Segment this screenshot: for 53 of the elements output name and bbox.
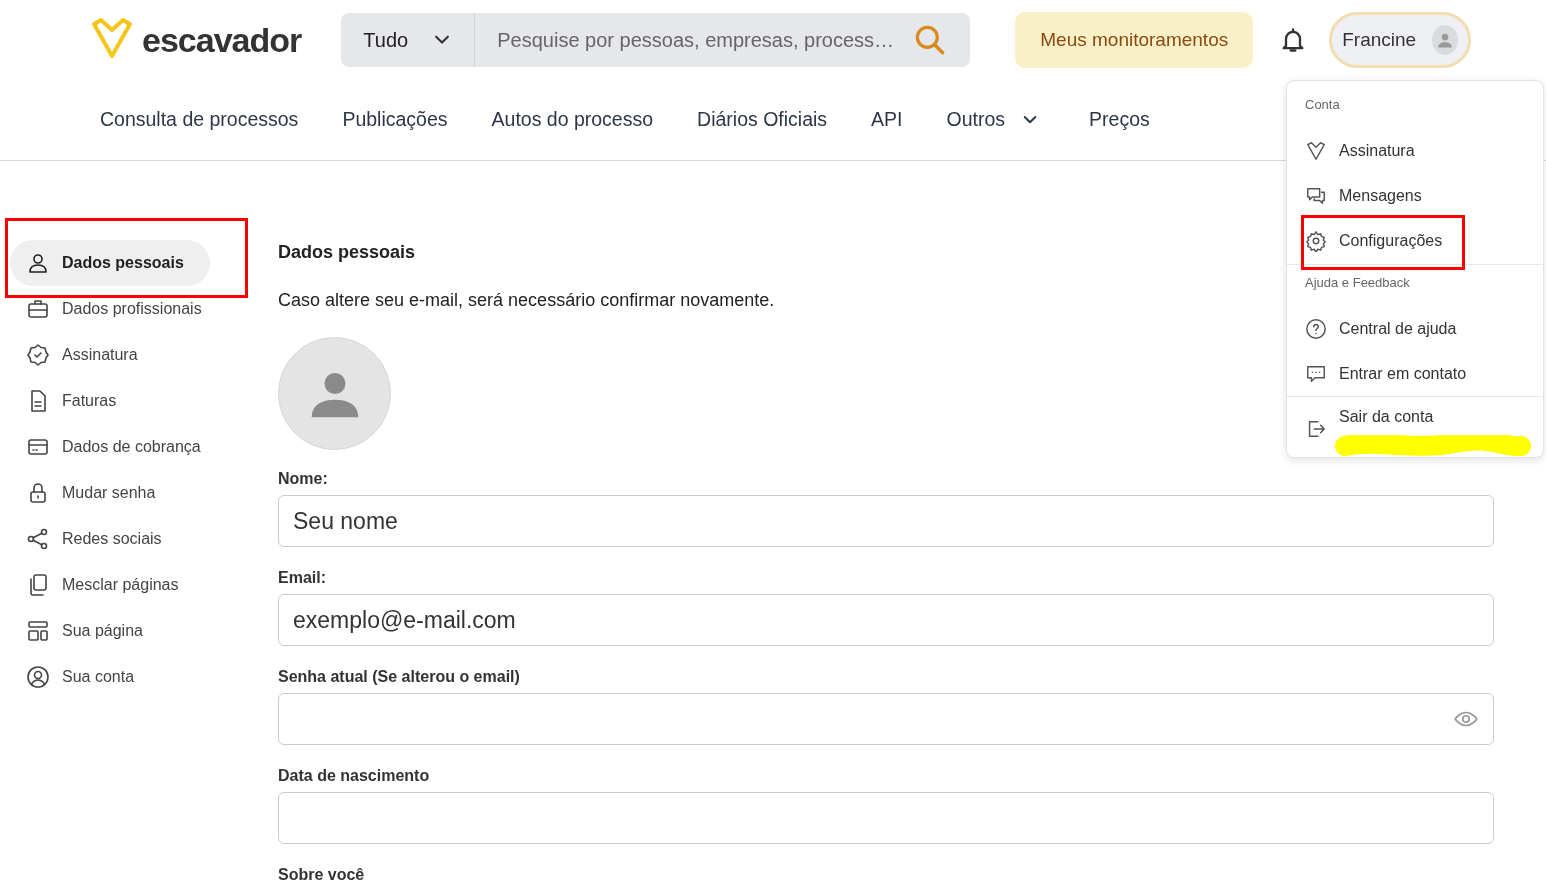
sidebar-item[interactable]: Dados pessoais — [10, 240, 210, 286]
v-logo-icon — [1305, 140, 1327, 162]
menu-section-title: Conta — [1304, 96, 1341, 114]
sidebar-item[interactable]: Assinatura — [10, 332, 210, 378]
chat-icon — [1305, 185, 1327, 207]
scope-dropdown[interactable]: Tudo — [341, 13, 476, 67]
search-icon — [914, 24, 947, 56]
menu-item[interactable]: Entrar em contato — [1287, 351, 1543, 396]
sidebar-item[interactable]: Mesclar páginas — [10, 562, 210, 608]
search-field[interactable]: Pesquise por pessoas, empresas, process… — [475, 25, 905, 55]
sidebar-item[interactable]: Mudar senha — [10, 470, 210, 516]
briefcase-icon — [26, 297, 50, 321]
layout-icon — [26, 619, 50, 643]
sidebar-item[interactable]: Sua página — [10, 608, 210, 654]
user-circle-icon — [26, 665, 50, 689]
nav-link[interactable]: Outros — [946, 105, 1040, 135]
nav-link[interactable]: Consulta de processos — [100, 105, 299, 135]
field-label: Email: — [278, 568, 326, 588]
help-icon — [1305, 317, 1327, 340]
section-title: Dados pessoais — [278, 241, 416, 263]
input-field[interactable]: exemplo@e-mail.com — [278, 594, 1494, 646]
badge-check-icon — [26, 343, 50, 367]
sidebar-item[interactable]: Sua conta — [10, 654, 210, 700]
menu-item[interactable]: Configurações — [1287, 218, 1543, 264]
user-menu-button[interactable]: Francine — [1329, 12, 1472, 68]
gear-icon — [1305, 230, 1327, 252]
menu-item[interactable]: Central de ajuda — [1287, 306, 1543, 351]
logo-text: escavador — [142, 23, 302, 57]
sidebar-item[interactable]: Redes sociais — [10, 516, 210, 562]
menu-item[interactable]: Assinatura — [1287, 128, 1543, 174]
info-text: Caso altere seu e-mail, será necessário confirmar novamente. — [278, 289, 775, 311]
avatar-icon — [1432, 25, 1459, 55]
person-icon — [26, 251, 50, 275]
sidebar-item[interactable]: Faturas — [10, 378, 210, 424]
nav-link[interactable]: Diários Oficiais — [697, 105, 828, 135]
share-icon — [26, 527, 50, 551]
menu-section-title: Ajuda e Feedback — [1304, 273, 1411, 292]
nav-link[interactable]: API — [871, 105, 903, 135]
menu-item[interactable]: Sair da conta — [1287, 401, 1543, 457]
field-label: Sobre você — [278, 865, 365, 880]
sidebar-item[interactable]: Dados de cobrança — [10, 424, 210, 470]
password-field[interactable] — [278, 693, 1494, 745]
nav-link[interactable]: Autos do processo — [491, 105, 654, 135]
sidebar-item[interactable]: Dados profissionais — [10, 286, 210, 332]
nav-link[interactable]: Publicações — [342, 105, 448, 135]
field-label: Nome: — [278, 469, 328, 489]
input-field[interactable]: Seu nome — [278, 495, 1494, 547]
menu-item[interactable]: Mensagens — [1287, 173, 1543, 219]
field-label: Senha atual (Se alterou o email) — [278, 667, 520, 687]
nav-link[interactable]: Preços — [1089, 105, 1150, 135]
input-field[interactable] — [278, 792, 1494, 844]
field-label: Data de nascimento — [278, 766, 430, 786]
monitoring-button[interactable]: Meus monitoramentos — [1015, 12, 1254, 68]
